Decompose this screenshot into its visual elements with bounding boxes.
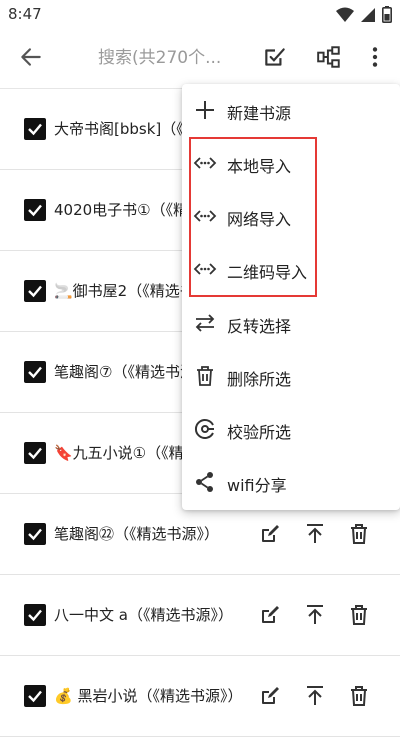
app-bar: [0, 28, 400, 86]
overflow-menu: 新建书源 本地导入 网络导入 二维码导入 反转选择 删除所选 校验所选 wifi…: [182, 84, 400, 510]
menu-item-local-import[interactable]: 本地导入: [182, 137, 400, 189]
edit-icon[interactable]: [258, 684, 282, 708]
move-to-top-icon[interactable]: [303, 684, 327, 708]
checkbox-checked-icon[interactable]: [24, 199, 46, 221]
trash-icon: [193, 364, 217, 388]
menu-item-network-import[interactable]: 网络导入: [182, 190, 400, 242]
source-row[interactable]: 八一中文 a（《精选书源》）: [0, 575, 400, 656]
delete-icon[interactable]: [347, 522, 371, 546]
search-input[interactable]: [96, 42, 240, 74]
checkbox-checked-icon[interactable]: [24, 604, 46, 626]
plus-icon: [193, 98, 217, 122]
checkbox-checked-icon[interactable]: [24, 361, 46, 383]
source-name: 💰 黑岩小说（《精选书源》）: [54, 687, 243, 705]
group-icon[interactable]: [316, 44, 342, 70]
checkbox-checked-icon[interactable]: [24, 442, 46, 464]
back-arrow-icon[interactable]: [18, 44, 44, 70]
delete-icon[interactable]: [347, 603, 371, 627]
signal-icon: [360, 7, 376, 23]
menu-item-invert-selection[interactable]: 反转选择: [182, 297, 400, 349]
edit-icon[interactable]: [258, 603, 282, 627]
checkbox-checked-icon[interactable]: [24, 118, 46, 140]
checkbox-checked-icon[interactable]: [24, 280, 46, 302]
checkbox-checked-icon[interactable]: [24, 685, 46, 707]
status-icons: [336, 6, 392, 23]
share-icon: [193, 470, 217, 494]
menu-item-wifi-share[interactable]: wifi分享: [182, 456, 400, 508]
status-time: 8:47: [8, 5, 42, 23]
import-icon: [193, 151, 217, 175]
wifi-icon: [336, 7, 354, 23]
edit-icon[interactable]: [258, 522, 282, 546]
source-name: 八一中文 a（《精选书源》）: [54, 606, 233, 624]
status-bar: 8:47: [0, 0, 400, 28]
battery-icon: [382, 6, 392, 23]
menu-item-new-source[interactable]: 新建书源: [182, 84, 400, 136]
edit-select-icon[interactable]: [262, 44, 288, 70]
import-icon: [193, 204, 217, 228]
more-vert-icon[interactable]: [362, 44, 388, 70]
source-name: 笔趣阁㉒（《精选书源》）: [54, 525, 220, 543]
source-row[interactable]: 💰 黑岩小说（《精选书源》）: [0, 656, 400, 737]
menu-item-delete-selected[interactable]: 删除所选: [182, 350, 400, 402]
checkbox-checked-icon[interactable]: [24, 523, 46, 545]
delete-icon[interactable]: [347, 684, 371, 708]
import-icon: [193, 257, 217, 281]
move-to-top-icon[interactable]: [303, 522, 327, 546]
move-to-top-icon[interactable]: [303, 603, 327, 627]
menu-item-qrcode-import[interactable]: 二维码导入: [182, 243, 400, 295]
menu-item-check-selected[interactable]: 校验所选: [182, 403, 400, 455]
check-source-icon: [193, 417, 217, 441]
swap-icon: [193, 311, 217, 335]
